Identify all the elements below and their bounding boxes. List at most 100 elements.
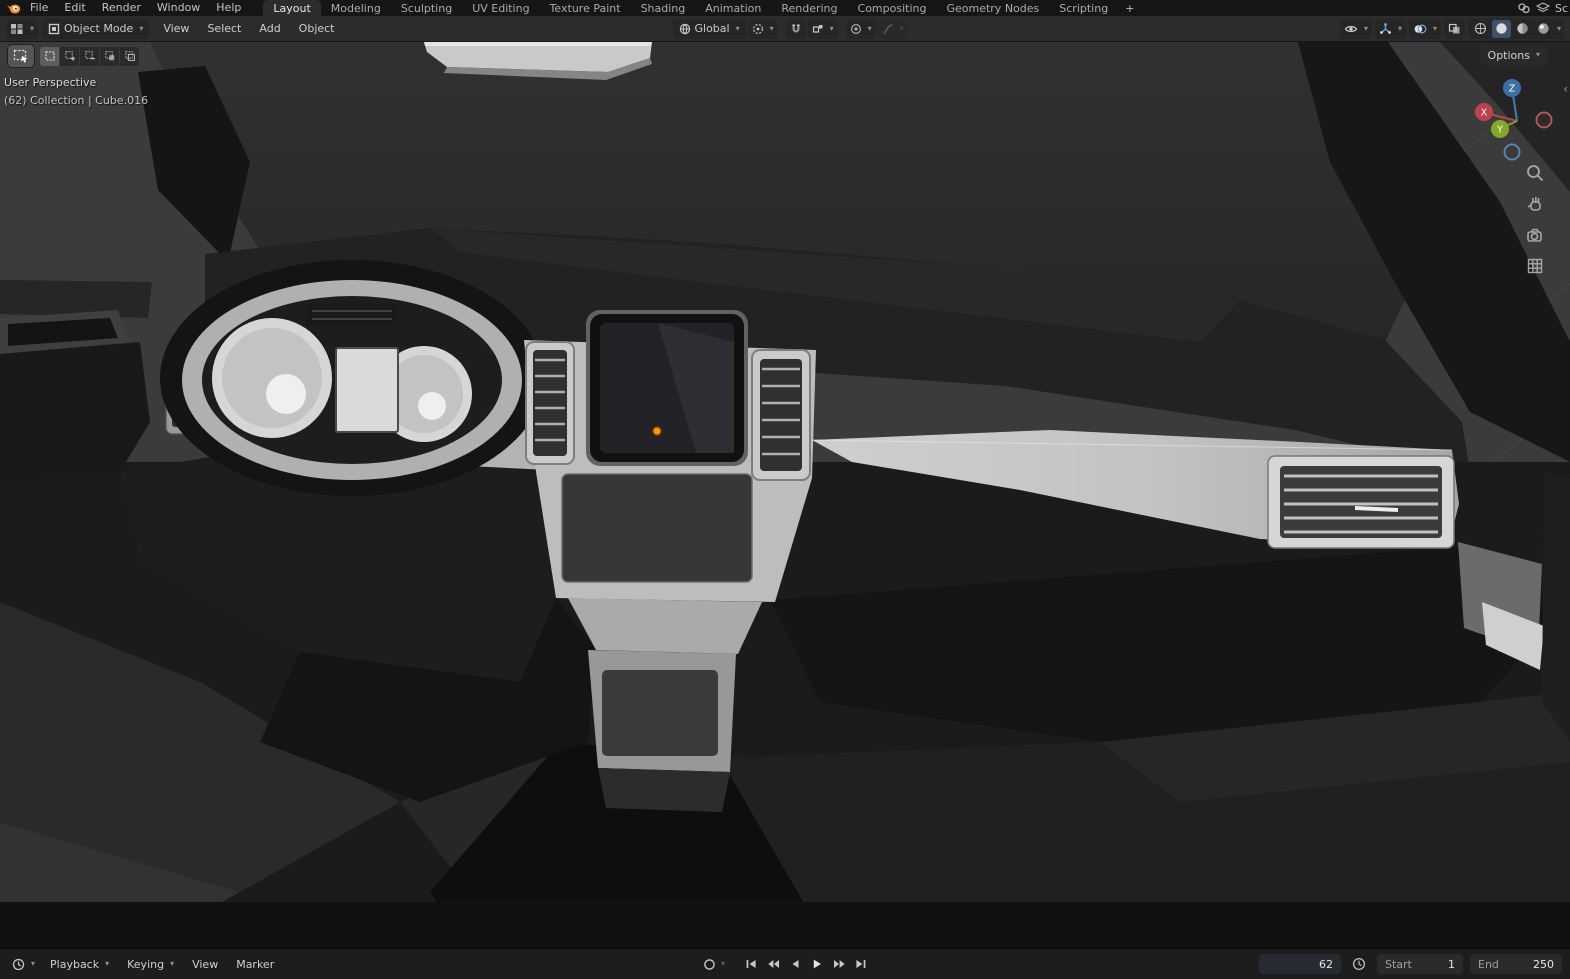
frame-start-field[interactable]: Start 1 [1377, 954, 1463, 974]
add-workspace-button[interactable]: + [1118, 0, 1141, 16]
frame-end-field[interactable]: End 250 [1470, 954, 1562, 974]
mode-dropdown[interactable]: Object Mode ▾ [42, 18, 150, 39]
jump-to-start-button[interactable] [741, 955, 761, 973]
gizmo-axis-z-ball[interactable]: Z [1503, 79, 1521, 97]
shading-mode-group: ▾ [1467, 18, 1564, 39]
menu-view[interactable]: View [155, 22, 197, 35]
shading-solid-button[interactable] [1491, 19, 1511, 38]
scene-icon[interactable] [1517, 2, 1531, 14]
gizmo-axis-x-ball[interactable]: X [1475, 103, 1493, 121]
play-button[interactable] [807, 955, 827, 973]
zoom-icon[interactable] [1524, 162, 1546, 184]
topbar: File Edit Render Window Help Layout Mode… [0, 0, 1570, 16]
select-mode-set-button[interactable] [40, 46, 59, 66]
svg-text:Z: Z [1509, 84, 1516, 95]
shading-wireframe-button[interactable] [1471, 20, 1490, 38]
select-mode-subtract-button[interactable] [80, 46, 99, 66]
select-mode-invert-button[interactable] [100, 46, 119, 66]
tab-texture-paint[interactable]: Texture Paint [540, 0, 631, 16]
proportional-edit-icon [850, 23, 862, 35]
next-keyframe-button[interactable] [829, 955, 849, 973]
keying-menu[interactable]: Keying ▾ [120, 958, 181, 971]
timeline-view-menu[interactable]: View [185, 958, 225, 971]
tab-animation[interactable]: Animation [695, 0, 771, 16]
shading-rendered-button[interactable] [1534, 20, 1553, 38]
preview-range-clock-button[interactable] [1348, 954, 1370, 974]
toggle-ortho-icon[interactable] [1524, 255, 1546, 277]
pan-hand-icon[interactable] [1524, 193, 1546, 215]
tool-settings-row [8, 45, 139, 67]
gizmo-axis-minus-z-ball[interactable] [1503, 143, 1521, 161]
tab-modeling[interactable]: Modeling [321, 0, 391, 16]
pivot-point-icon [752, 23, 764, 35]
show-overlays-dropdown[interactable]: ▾ [1408, 18, 1441, 39]
play-reverse-button[interactable] [785, 955, 805, 973]
options-label: Options [1487, 48, 1530, 62]
gizmo-axis-minus-x-ball[interactable] [1535, 111, 1553, 129]
car-screen-left-vent [525, 341, 575, 465]
menu-edit[interactable]: Edit [56, 0, 93, 16]
box-select-tool-button[interactable] [8, 45, 34, 67]
transform-orientation-dropdown[interactable]: Global ▾ [672, 18, 746, 39]
editor-type-icon [10, 23, 24, 35]
prev-keyframe-button[interactable] [763, 955, 783, 973]
snap-magnet-icon [790, 23, 802, 35]
object-origin-dot [652, 426, 662, 436]
tab-sculpting[interactable]: Sculpting [391, 0, 462, 16]
snap-target-icon [812, 23, 824, 35]
menu-help[interactable]: Help [208, 0, 249, 16]
jump-to-end-button[interactable] [851, 955, 871, 973]
pivot-point-dropdown[interactable]: ▾ [747, 18, 778, 39]
tab-geometry-nodes[interactable]: Geometry Nodes [936, 0, 1049, 16]
editor-type-button[interactable]: ▾ [6, 18, 39, 39]
navigation-gizmo[interactable]: Z X Y [1470, 76, 1554, 168]
car-instrument-cluster [160, 260, 544, 496]
car-screen-right-vent [751, 349, 811, 481]
select-mode-intersect-button[interactable] [120, 46, 139, 66]
proportional-falloff-dropdown[interactable]: ▾ [877, 18, 908, 39]
menu-add[interactable]: Add [251, 22, 288, 35]
playback-menu[interactable]: Playback ▾ [43, 958, 116, 971]
view-layer-icon[interactable] [1535, 2, 1550, 14]
gizmo-axis-y-ball[interactable]: Y [1491, 120, 1509, 138]
workspace-tabs: Layout Modeling Sculpting UV Editing Tex… [263, 0, 1141, 16]
xray-toggle-button[interactable] [1443, 18, 1465, 39]
options-dropdown[interactable]: Options ▾ [1479, 45, 1548, 65]
show-gizmo-dropdown[interactable]: ▾ [1374, 18, 1406, 39]
blender-logo-icon[interactable] [4, 1, 22, 15]
auto-keyframe-button[interactable] [699, 955, 719, 973]
select-mode-extend-button[interactable] [60, 46, 79, 66]
current-frame-field[interactable]: 62 [1259, 954, 1341, 974]
viewport-3d[interactable]: User Perspective (62) Collection | Cube.… [0, 42, 1570, 948]
tab-shading[interactable]: Shading [631, 0, 696, 16]
select-mode-group [40, 46, 139, 66]
tab-rendering[interactable]: Rendering [771, 0, 847, 16]
sidebar-collapse-arrow[interactable]: ‹ [1563, 82, 1568, 96]
timeline-header: ▾ Playback ▾ Keying ▾ View Marker ▾ 62 S… [0, 948, 1570, 979]
timeline-marker-menu[interactable]: Marker [229, 958, 281, 971]
menu-window[interactable]: Window [149, 0, 208, 16]
visibility-eye-icon [1344, 23, 1358, 35]
car-console-inset [602, 670, 718, 756]
camera-view-icon[interactable] [1524, 224, 1546, 246]
tab-compositing[interactable]: Compositing [848, 0, 937, 16]
orientation-label: Global [694, 22, 730, 35]
shading-material-button[interactable] [1513, 20, 1532, 38]
tab-uv-editing[interactable]: UV Editing [462, 0, 539, 16]
menu-select[interactable]: Select [199, 22, 249, 35]
viewport-nav-buttons [1524, 162, 1546, 277]
snap-settings-dropdown[interactable]: ▾ [807, 18, 838, 39]
snap-toggle-button[interactable] [785, 18, 806, 39]
car-center-screen [586, 310, 748, 466]
tab-layout[interactable]: Layout [263, 0, 321, 16]
timeline-editor-type-button[interactable]: ▾ [8, 954, 40, 974]
menu-file[interactable]: File [22, 0, 56, 16]
menu-render[interactable]: Render [94, 0, 149, 16]
proportional-edit-dropdown[interactable]: ▾ [845, 18, 876, 39]
viewport-scene-car-interior [0, 42, 1570, 948]
overlays-icon [1413, 23, 1427, 35]
menu-object[interactable]: Object [291, 22, 343, 35]
tab-scripting[interactable]: Scripting [1049, 0, 1118, 16]
object-visibility-dropdown[interactable]: ▾ [1339, 18, 1372, 39]
orientation-globe-icon [679, 23, 691, 35]
